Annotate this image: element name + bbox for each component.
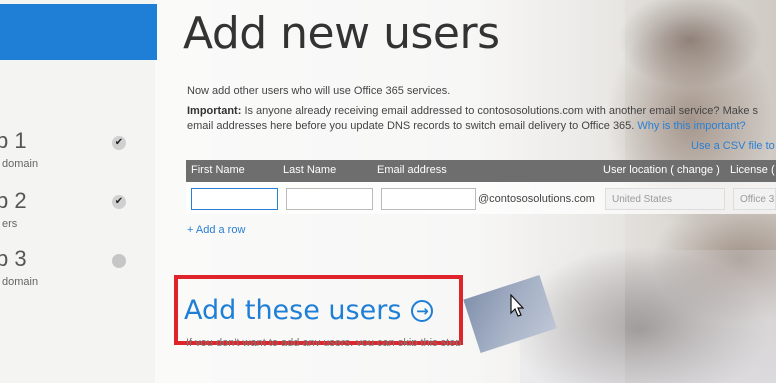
important-line2: email addresses here before you update D… [187, 120, 638, 132]
important-label: Important: [187, 105, 242, 117]
add-these-users-button[interactable]: Add these users → [184, 295, 434, 326]
add-row-link[interactable]: + Add a row [187, 224, 245, 236]
step-label: domain [2, 158, 39, 170]
header-first-name: First Name [191, 164, 245, 176]
location-suffix: ) [716, 164, 720, 176]
background-sleeve [520, 250, 776, 383]
last-name-input[interactable] [286, 188, 373, 210]
header-last-name: Last Name [283, 164, 337, 176]
add-users-label: Add these users [184, 295, 402, 326]
users-table-header: First Name Last Name Email address User … [186, 160, 776, 182]
header-license: License ( [730, 164, 775, 176]
sidebar-header-block [0, 4, 157, 60]
location-prefix: User location ( [603, 164, 674, 176]
step-number: p 2 [0, 188, 27, 213]
step-label: ers [2, 218, 18, 230]
change-location-link[interactable]: change [677, 164, 713, 176]
csv-upload-link[interactable]: Use a CSV file to [691, 140, 775, 152]
first-name-input[interactable] [191, 188, 278, 210]
intro-text: Now add other users who will use Office … [187, 85, 451, 97]
step-number: p 3 [0, 246, 27, 271]
important-text: Is anyone already receiving email addres… [241, 105, 759, 117]
email-input[interactable] [381, 188, 476, 210]
skip-step-text[interactable]: If you don't want to add any users, you … [186, 336, 492, 346]
user-location-select[interactable]: United States [605, 188, 725, 210]
license-select[interactable]: Office 3 [733, 188, 776, 210]
page-title: Add new users [183, 8, 500, 59]
email-domain-suffix: @contososolutions.com [478, 193, 595, 205]
step-label: domain [2, 276, 39, 288]
mouse-cursor-icon [510, 294, 524, 317]
step-number: p 1 [0, 128, 27, 153]
header-email: Email address [377, 164, 447, 176]
why-important-link[interactable]: Why is this important? [637, 120, 745, 132]
checkmark-icon: ✔ [112, 195, 126, 209]
arrow-right-circle-icon: → [411, 299, 434, 322]
checkmark-icon: ✔ [112, 136, 126, 150]
pending-dot-icon [112, 254, 126, 268]
important-notice: Important: Is anyone already receiving e… [187, 104, 776, 134]
header-user-location: User location ( change ) [603, 164, 720, 176]
